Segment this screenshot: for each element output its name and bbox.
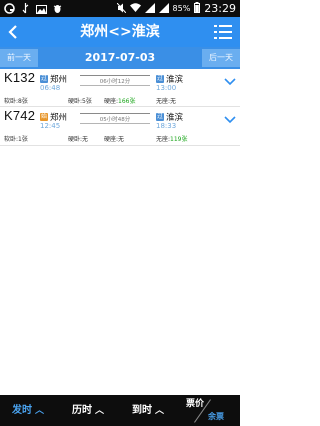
bug-icon bbox=[53, 0, 62, 18]
no-seat-label: 无座: bbox=[156, 136, 171, 143]
chevron-down-icon bbox=[224, 78, 236, 86]
image-icon bbox=[36, 0, 47, 18]
sort-depart-time-button[interactable]: 发时 ︿ bbox=[12, 395, 44, 426]
train-number: K742 bbox=[4, 108, 36, 123]
duration-underline bbox=[80, 85, 150, 86]
hard-sleeper-seats: 硬卧:无 bbox=[68, 136, 89, 143]
mute-icon bbox=[116, 2, 126, 15]
date-bar: 前一天 2017-07-03 后一天 bbox=[0, 47, 240, 69]
sort-arrive-label: 到时 bbox=[132, 405, 152, 416]
header: 郑州<>淮滨 bbox=[0, 17, 240, 47]
menu-button[interactable] bbox=[214, 24, 232, 40]
expand-button[interactable] bbox=[224, 109, 236, 124]
current-date[interactable]: 2017-07-03 bbox=[40, 47, 200, 69]
list-menu-icon bbox=[214, 25, 232, 39]
duration-line bbox=[80, 75, 150, 76]
expand-button[interactable] bbox=[224, 71, 236, 86]
price-remaining-toggle[interactable]: 票价 余票 bbox=[186, 395, 240, 426]
next-day-button[interactable]: 后一天 bbox=[202, 49, 240, 67]
chevron-up-icon: ︿ bbox=[155, 406, 165, 416]
usb-icon bbox=[21, 0, 30, 18]
depart-time: 12:45 bbox=[40, 122, 61, 130]
status-bar: 85% 23:29 bbox=[0, 0, 240, 17]
depart-time: 06:48 bbox=[40, 84, 61, 92]
sort-arrive-time-button[interactable]: 到时 ︿ bbox=[132, 395, 164, 426]
chevron-left-icon bbox=[8, 25, 17, 39]
train-list: K132 过 郑州 06:48 06小时12分 过 淮滨 13:00 软卧:8张… bbox=[0, 69, 240, 146]
prev-day-button[interactable]: 前一天 bbox=[0, 49, 38, 67]
train-number: K132 bbox=[4, 70, 36, 85]
sort-bar: 发时 ︿ 历时 ︿ 到时 ︿ 票价 余票 bbox=[0, 395, 240, 426]
train-card[interactable]: K742 始 郑州 12:45 05小时48分 过 淮滨 18:33 软卧:1张… bbox=[0, 107, 240, 146]
sort-duration-label: 历时 bbox=[72, 405, 92, 416]
duration-line bbox=[80, 113, 150, 114]
train-card[interactable]: K132 过 郑州 06:48 06小时12分 过 淮滨 13:00 软卧:8张… bbox=[0, 69, 240, 107]
sort-duration-button[interactable]: 历时 ︿ bbox=[72, 395, 104, 426]
arrive-time: 13:00 bbox=[156, 84, 177, 92]
pass-tag: 过 bbox=[156, 113, 164, 121]
arrive-time: 18:33 bbox=[156, 122, 177, 130]
sort-depart-label: 发时 bbox=[12, 405, 32, 416]
pass-tag: 过 bbox=[40, 75, 48, 83]
duration: 05小时48分 bbox=[99, 117, 131, 123]
signal-icon-2 bbox=[158, 2, 169, 15]
pass-tag: 过 bbox=[156, 75, 164, 83]
back-button[interactable] bbox=[6, 23, 22, 41]
hard-seat-seats: 硬座:166张 bbox=[104, 96, 135, 105]
duration-underline bbox=[80, 123, 150, 124]
hard-seat-seats: 硬座:无 bbox=[104, 136, 125, 143]
status-bar-notifications bbox=[4, 2, 62, 15]
no-seat-count: 119张 bbox=[170, 136, 188, 143]
price-label: 票价 bbox=[186, 399, 205, 409]
app-notification-icon bbox=[4, 0, 15, 18]
status-bar-system: 85% 23:29 bbox=[116, 1, 236, 16]
no-seat-seats: 无座:119张 bbox=[156, 134, 187, 143]
clock: 23:29 bbox=[204, 2, 236, 15]
chevron-up-icon: ︿ bbox=[95, 406, 105, 416]
hard-seat-label: 硬座: bbox=[104, 98, 119, 105]
no-seat-seats: 无座:无 bbox=[156, 98, 177, 105]
page-title: 郑州<>淮滨 bbox=[80, 24, 160, 40]
battery-percent: 85% bbox=[172, 4, 191, 13]
chevron-up-icon: ︿ bbox=[35, 406, 45, 416]
soft-sleeper-seats: 软卧:8张 bbox=[4, 98, 28, 105]
signal-icon bbox=[144, 2, 155, 15]
hard-sleeper-seats: 硬卧:5张 bbox=[68, 98, 92, 105]
wifi-icon bbox=[129, 3, 141, 14]
duration: 06小时12分 bbox=[99, 79, 131, 85]
hard-seat-count: 166张 bbox=[118, 98, 136, 105]
remaining-label: 余票 bbox=[208, 412, 224, 421]
chevron-down-icon bbox=[224, 116, 236, 124]
battery-icon bbox=[194, 2, 201, 15]
start-tag: 始 bbox=[40, 113, 48, 121]
soft-sleeper-seats: 软卧:1张 bbox=[4, 136, 28, 143]
